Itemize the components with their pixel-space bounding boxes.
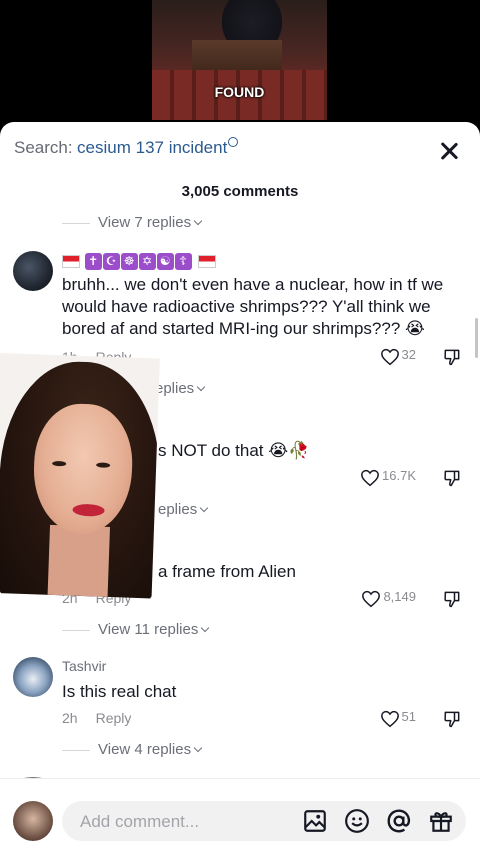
symbol-icon: ☸ (121, 252, 139, 270)
divider-line (62, 749, 90, 751)
comment-input-placeholder: Add comment... (80, 812, 200, 831)
divider-line (62, 629, 90, 631)
heart-icon (380, 710, 399, 727)
avatar[interactable] (13, 251, 53, 291)
chevron-down-icon (199, 503, 209, 513)
like-button[interactable]: 32 (380, 347, 416, 365)
overlay-video-person[interactable] (0, 353, 160, 599)
comment-count: 3,005 comments (181, 183, 299, 200)
flag-icon (198, 254, 217, 268)
comment-input-bar: Add comment... (0, 778, 480, 855)
view-replies-label: View 7 replies (98, 214, 192, 231)
chevron-down-icon (196, 382, 206, 392)
heart-icon (380, 348, 399, 365)
heart-icon (360, 469, 379, 486)
like-button[interactable]: 51 (380, 709, 416, 727)
symbol-icon: ✝ (85, 252, 103, 270)
view-replies-link[interactable]: View 7 replies (62, 214, 203, 231)
view-replies-link[interactable]: View 4 replies (62, 741, 203, 758)
video-caption: FOUND (214, 84, 265, 100)
avatar[interactable] (13, 657, 53, 697)
like-count: 32 (401, 347, 416, 362)
heart-icon (361, 590, 381, 607)
chevron-down-icon (193, 216, 203, 226)
search-label: Search: (14, 138, 73, 157)
chevron-down-icon (201, 623, 210, 633)
scrollbar[interactable] (475, 318, 478, 358)
video-frame (152, 0, 327, 120)
view-replies-label: eplies (158, 501, 198, 518)
emoji-icon[interactable] (344, 808, 370, 834)
like-button[interactable]: 8,149 (361, 589, 416, 607)
like-count: 51 (401, 709, 416, 724)
divider-line (62, 222, 90, 224)
username[interactable]: Tashvir (62, 658, 106, 674)
video-background[interactable]: FOUND (0, 0, 480, 130)
search-row[interactable]: Search: cesium 137 incident (14, 137, 466, 162)
symbol-icon: ☯ (157, 252, 175, 270)
view-replies-link[interactable]: eplies (158, 501, 209, 518)
dislike-icon[interactable] (442, 347, 462, 367)
comment-text: a frame from Alien (158, 562, 296, 581)
comment-text: s NOT do that 😭🥀 (158, 441, 310, 460)
dislike-icon[interactable] (442, 468, 462, 488)
search-icon (228, 137, 239, 147)
eye (96, 462, 111, 468)
like-count: 16.7K (382, 468, 416, 483)
comment-text: bruhh... we don't even have a nuclear, h… (62, 275, 444, 338)
symbol-icon: ☦ (175, 252, 193, 270)
flag-icon (62, 254, 80, 268)
view-replies-link[interactable]: View 11 replies (62, 621, 210, 638)
symbol-icon: ✡ (139, 252, 157, 270)
view-replies-label: View 4 replies (98, 741, 192, 758)
search-query-link[interactable]: cesium 137 incident (77, 138, 227, 157)
username-emoji-row[interactable]: ✝ ☪ ☸ ✡ ☯ ☦ (62, 252, 217, 270)
comment-text: Is this real chat (62, 682, 177, 701)
dislike-icon[interactable] (442, 589, 462, 609)
reply-button[interactable]: Reply (96, 710, 132, 726)
eye (52, 460, 67, 467)
image-icon[interactable] (302, 808, 328, 834)
comment-meta: 2h Reply (62, 710, 131, 726)
comment-time: 2h (62, 710, 78, 726)
like-button[interactable]: 16.7K (360, 468, 416, 486)
close-icon[interactable] (438, 140, 460, 162)
gift-icon[interactable] (428, 808, 454, 834)
my-avatar (13, 801, 53, 841)
like-count: 8,149 (383, 589, 416, 604)
neck (47, 524, 110, 597)
dislike-icon[interactable] (442, 709, 462, 729)
view-replies-label: View 11 replies (98, 621, 199, 638)
chevron-down-icon (193, 743, 203, 753)
symbol-icon: ☪ (103, 252, 121, 270)
at-mention-icon[interactable] (386, 808, 412, 834)
